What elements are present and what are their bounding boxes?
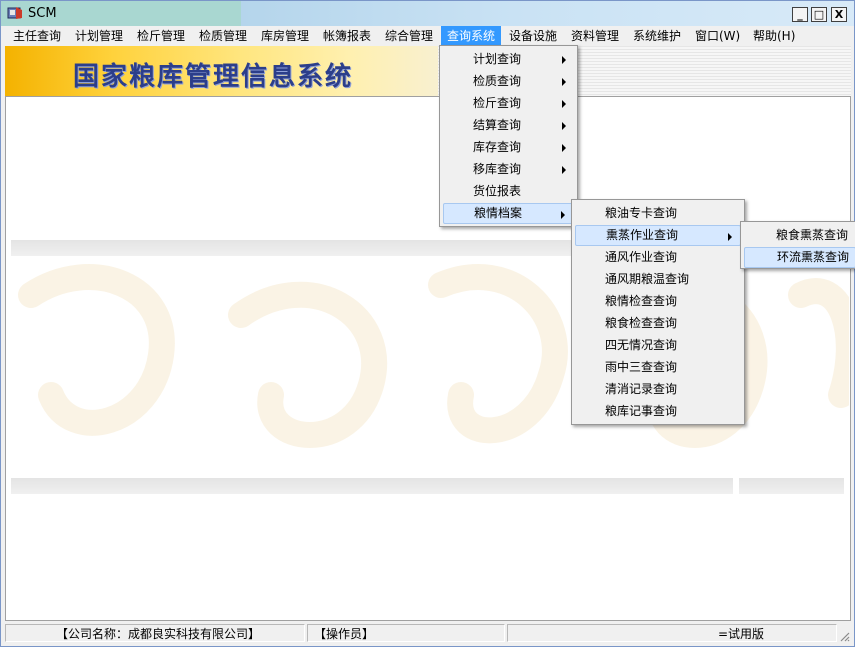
menu-director-query[interactable]: 主任查询 [7, 26, 67, 46]
submenu-arrow-icon [562, 56, 566, 64]
menu-item-quality-query[interactable]: 检质查询 [443, 71, 574, 92]
menu-item-ventilation-query[interactable]: 通风作业查询 [575, 247, 741, 268]
menu-item-four-free-query[interactable]: 四无情况查询 [575, 335, 741, 356]
submenu-arrow-icon [562, 122, 566, 130]
maximize-button[interactable]: □ [811, 7, 827, 22]
resize-grip-icon[interactable] [838, 630, 850, 642]
submenu-arrow-icon [562, 78, 566, 86]
menu-item-depot-log-query[interactable]: 粮库记事查询 [575, 401, 741, 422]
status-bar: 【公司名称：成都良实科技有限公司】 【操作员】 =试用版 [1, 623, 854, 646]
menu-item-weighing-query[interactable]: 检斤查询 [443, 93, 574, 114]
status-company: 【公司名称：成都良实科技有限公司】 [5, 624, 305, 642]
menu-item-rain-check-query[interactable]: 雨中三查查询 [575, 357, 741, 378]
menu-help[interactable]: 帮助(H) [747, 26, 801, 46]
menu-item-location-report[interactable]: 货位报表 [443, 181, 574, 202]
menu-facilities[interactable]: 设备设施 [503, 26, 563, 46]
app-icon [7, 7, 22, 19]
menu-quality-management[interactable]: 检质管理 [193, 26, 253, 46]
title-bar[interactable]: SCM _ □ X [1, 1, 854, 26]
status-operator: 【操作员】 [307, 624, 505, 642]
submenu-arrow-icon [562, 100, 566, 108]
menu-item-circulation-fumigation[interactable]: 环流熏蒸查询 [744, 247, 855, 268]
window-title: SCM [28, 6, 57, 21]
menu-window[interactable]: 窗口(W) [689, 26, 746, 46]
banner-title: 国家粮库管理信息系统 [73, 62, 354, 92]
menu-item-plan-query[interactable]: 计划查询 [443, 49, 574, 70]
background-band [11, 478, 733, 494]
close-button[interactable]: X [831, 7, 847, 22]
menu-data-management[interactable]: 资料管理 [565, 26, 625, 46]
menu-item-settlement-query[interactable]: 结算查询 [443, 115, 574, 136]
grain-archive-submenu: 粮油专卡查询 熏蒸作业查询 通风作业查询 通风期粮温查询 粮情检查查询 粮食检查… [571, 199, 745, 425]
menu-warehouse-management[interactable]: 库房管理 [255, 26, 315, 46]
menu-weighing-management[interactable]: 检斤管理 [131, 26, 191, 46]
menu-item-grain-oil-card-query[interactable]: 粮油专卡查询 [575, 203, 741, 224]
menu-item-grain-condition-check[interactable]: 粮情检查查询 [575, 291, 741, 312]
submenu-arrow-icon [562, 166, 566, 174]
menu-system-maintenance[interactable]: 系统维护 [627, 26, 687, 46]
background-band [739, 478, 844, 494]
submenu-arrow-icon [728, 233, 732, 241]
menu-item-grain-inspection[interactable]: 粮食检查查询 [575, 313, 741, 334]
menu-general-management[interactable]: 综合管理 [379, 26, 439, 46]
menu-plan-management[interactable]: 计划管理 [69, 26, 129, 46]
menu-item-disinfection-record[interactable]: 清消记录查询 [575, 379, 741, 400]
menu-ledger-reports[interactable]: 帐簿报表 [317, 26, 377, 46]
fumigation-submenu: 粮食熏蒸查询 环流熏蒸查询 [740, 221, 855, 269]
submenu-arrow-icon [561, 211, 565, 219]
banner: 国家粮库管理信息系统 [5, 46, 438, 96]
menu-query-system[interactable]: 查询系统 [441, 26, 502, 46]
minimize-button[interactable]: _ [792, 7, 808, 22]
menu-item-transfer-query[interactable]: 移库查询 [443, 159, 574, 180]
status-version: =试用版 [507, 624, 837, 642]
menu-item-inventory-query[interactable]: 库存查询 [443, 137, 574, 158]
menu-item-fumigation-query[interactable]: 熏蒸作业查询 [575, 225, 741, 246]
menu-item-ventilation-temp-query[interactable]: 通风期粮温查询 [575, 269, 741, 290]
query-system-dropdown: 计划查询 检质查询 检斤查询 结算查询 库存查询 移库查询 货位报表 粮情档案 [439, 45, 578, 227]
menu-item-grain-fumigation[interactable]: 粮食熏蒸查询 [744, 225, 855, 246]
menu-item-grain-archive[interactable]: 粮情档案 [443, 203, 574, 224]
submenu-arrow-icon [562, 144, 566, 152]
menu-bar: 主任查询 计划管理 检斤管理 检质管理 库房管理 帐簿报表 综合管理 查询系统 … [1, 26, 854, 46]
